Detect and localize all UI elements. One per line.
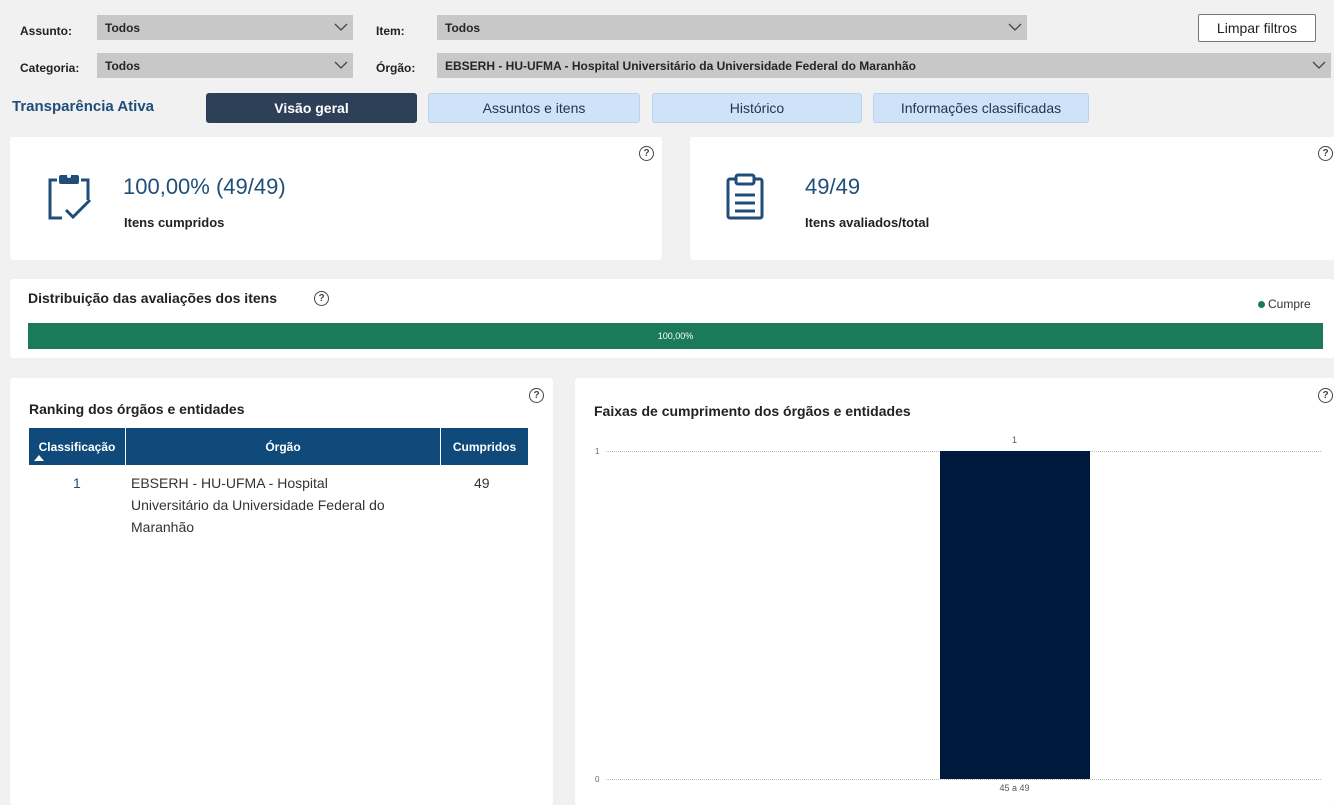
chevron-down-icon (329, 15, 353, 40)
ranking-table-header: Classificação Órgão Cumpridos (29, 428, 528, 465)
cell-orgao-line-2: Universitário da Universidade Federal do (131, 497, 385, 513)
tab-historico[interactable]: Histórico (652, 93, 862, 123)
item-select[interactable]: Todos (437, 15, 1027, 40)
legend-label: Cumpre (1268, 297, 1311, 311)
legend-dot-icon (1258, 300, 1265, 308)
tab-assuntos-e-itens[interactable]: Assuntos e itens (428, 93, 640, 123)
help-icon[interactable]: ? (1318, 146, 1333, 161)
orgao-label: Órgão: (376, 61, 416, 75)
kpi-label-itens-cumpridos: Itens cumpridos (124, 215, 225, 230)
distribution-legend: Cumpre (1258, 297, 1311, 311)
faixas-title: Faixas de cumprimento dos órgãos e entid… (594, 403, 911, 419)
chart-bar[interactable] (939, 451, 1090, 779)
cell-orgao-line-3: Maranhão (131, 519, 195, 535)
kpi-label-itens-avaliados: Itens avaliados/total (805, 215, 930, 230)
distribution-bar-cumpre[interactable]: 100,00% (28, 323, 1323, 349)
assunto-label: Assunto: (20, 24, 72, 38)
orgao-select-value: EBSERH - HU-UFMA - Hospital Universitári… (445, 58, 916, 73)
item-select-value: Todos (445, 20, 481, 35)
help-icon[interactable]: ? (1318, 388, 1333, 403)
distribution-title: Distribuição das avaliações dos itens (28, 290, 277, 306)
assunto-select-value: Todos (105, 20, 141, 35)
chevron-down-icon (1307, 53, 1331, 78)
x-tick-label: 45 a 49 (999, 783, 1030, 793)
column-header-cumpridos[interactable]: Cumpridos (441, 428, 528, 465)
assunto-select[interactable]: Todos (97, 15, 353, 40)
chevron-down-icon (1003, 15, 1027, 40)
kpi-card-itens-avaliados (690, 137, 1334, 260)
categoria-select-value: Todos (105, 58, 141, 73)
gridline (606, 779, 1321, 780)
y-tick-label: 0 (595, 775, 600, 784)
orgao-select[interactable]: EBSERH - HU-UFMA - Hospital Universitári… (437, 53, 1331, 78)
clipboard-list-icon (724, 172, 768, 227)
clear-filters-button[interactable]: Limpar filtros (1198, 14, 1316, 42)
bar-data-label: 1 (1011, 435, 1017, 445)
help-icon[interactable]: ? (639, 146, 654, 161)
kpi-card-itens-cumpridos (10, 137, 662, 260)
column-header-label: Classificação (38, 439, 116, 454)
tab-visao-geral[interactable]: Visão geral (206, 93, 417, 123)
categoria-select[interactable]: Todos (97, 53, 353, 78)
cell-rank: 1 (73, 475, 81, 491)
help-icon[interactable]: ? (314, 291, 329, 306)
ranking-title: Ranking dos órgãos e entidades (29, 401, 245, 417)
column-header-classificacao[interactable]: Classificação (29, 428, 126, 465)
sort-ascending-icon (34, 455, 44, 461)
distribution-bar-label: 100,00% (657, 331, 694, 341)
tab-informacoes-classificadas[interactable]: Informações classificadas (873, 93, 1089, 123)
y-tick-label: 1 (595, 447, 600, 456)
kpi-value-itens-cumpridos: 100,00% (49/49) (123, 174, 286, 199)
kpi-value-itens-avaliados: 49/49 (805, 174, 861, 199)
cell-cumpridos: 49 (474, 475, 490, 491)
column-header-label: Cumpridos (452, 439, 517, 454)
column-header-label: Órgão (265, 439, 301, 454)
clipboard-check-icon (46, 172, 92, 227)
help-icon[interactable]: ? (529, 388, 544, 403)
column-header-orgao[interactable]: Órgão (126, 428, 441, 465)
chevron-down-icon (329, 53, 353, 78)
page-title: Transparência Ativa (12, 98, 155, 115)
cell-orgao-line-1: EBSERH - HU-UFMA - Hospital (131, 475, 328, 491)
categoria-label: Categoria: (20, 61, 80, 75)
item-label: Item: (376, 24, 405, 38)
